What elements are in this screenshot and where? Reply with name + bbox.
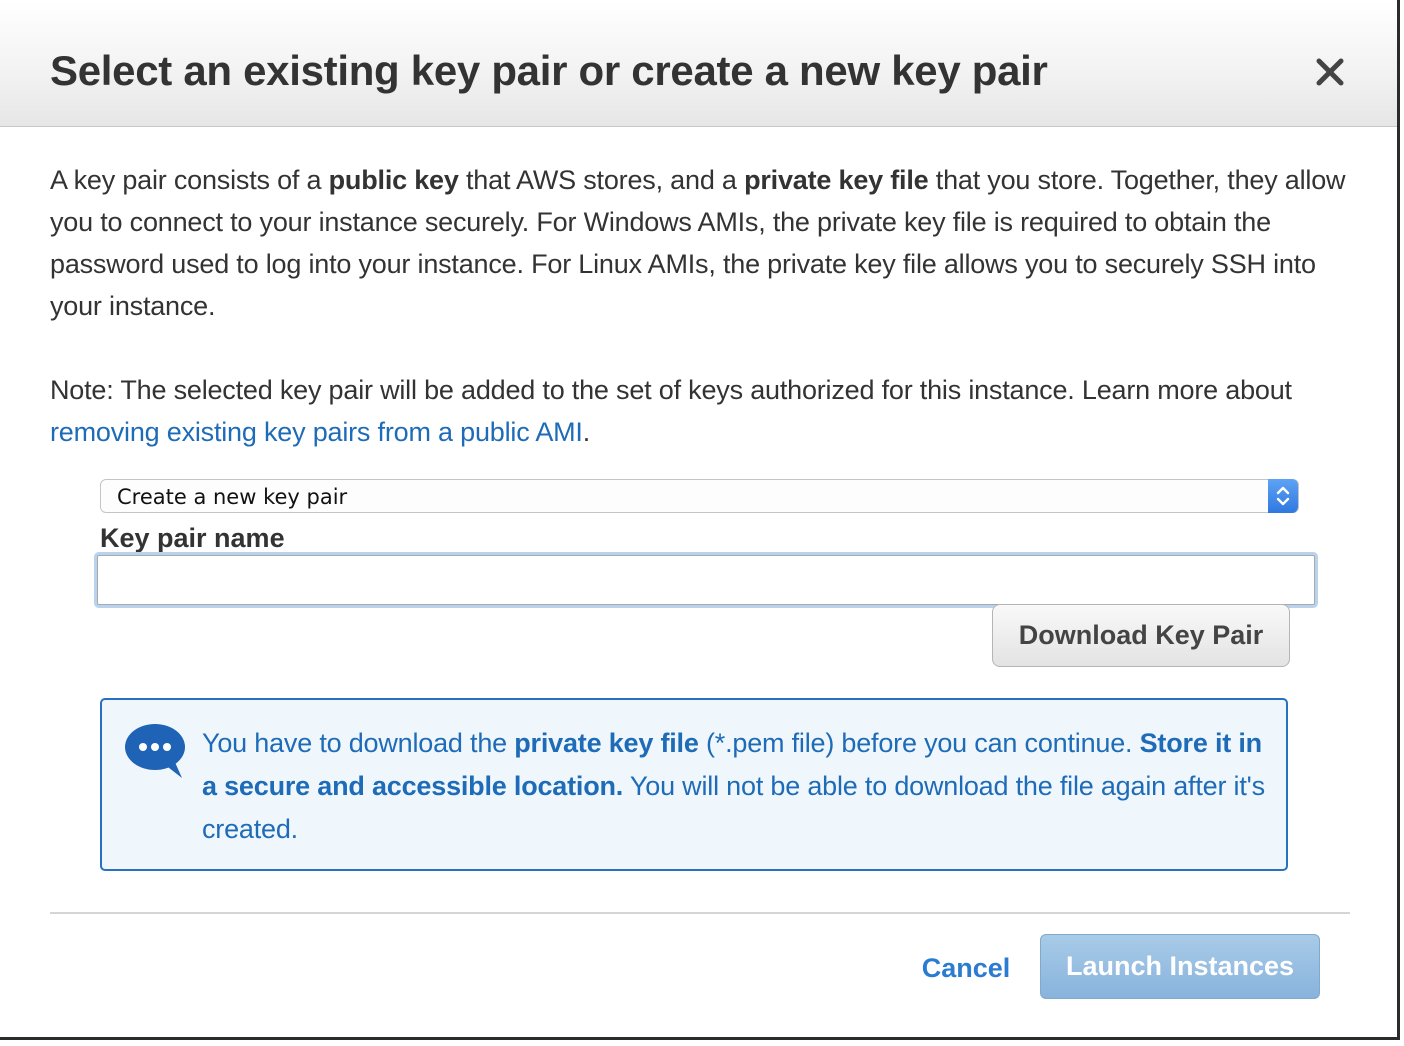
key-pair-select-value: Create a new key pair bbox=[117, 485, 348, 509]
footer-divider bbox=[50, 912, 1350, 914]
intro-text-2: that AWS stores, and a bbox=[458, 165, 745, 195]
select-arrows-icon bbox=[1268, 479, 1298, 513]
close-icon bbox=[1316, 58, 1344, 86]
speech-bubble-icon bbox=[125, 724, 185, 778]
remove-key-pairs-link[interactable]: removing existing key pairs from a publi… bbox=[50, 417, 583, 447]
launch-instances-button[interactable]: Launch Instances bbox=[1040, 934, 1320, 999]
info-text-2: (*.pem file) before you can continue. bbox=[698, 728, 1140, 758]
key-pair-dialog: Select an existing key pair or create a … bbox=[0, 0, 1400, 1040]
info-alert-text: You have to download the private key fil… bbox=[202, 722, 1277, 851]
key-pair-select[interactable]: Create a new key pair bbox=[100, 479, 1299, 513]
info-bold-private-key-file: private key file bbox=[514, 728, 699, 758]
note-suffix: . bbox=[582, 417, 591, 447]
download-key-pair-button[interactable]: Download Key Pair bbox=[992, 604, 1290, 667]
note-text: Note: The selected key pair will be adde… bbox=[50, 375, 1292, 405]
info-text-1: You have to download the bbox=[202, 728, 515, 758]
key-pair-name-input[interactable] bbox=[97, 555, 1315, 605]
intro-bold-private-key-file: private key file bbox=[744, 165, 929, 195]
key-pair-name-label: Key pair name bbox=[100, 523, 285, 553]
intro-bold-public-key: public key bbox=[328, 165, 459, 195]
close-button[interactable] bbox=[1306, 48, 1354, 96]
dialog-header: Select an existing key pair or create a … bbox=[0, 0, 1397, 127]
intro-text-1: A key pair consists of a bbox=[50, 165, 329, 195]
info-alert: You have to download the private key fil… bbox=[100, 698, 1288, 871]
cancel-button[interactable]: Cancel bbox=[910, 948, 1022, 988]
intro-paragraph: A key pair consists of a public key that… bbox=[50, 159, 1350, 327]
dialog-title: Select an existing key pair or create a … bbox=[50, 47, 1048, 94]
note-paragraph: Note: The selected key pair will be adde… bbox=[50, 369, 1350, 453]
